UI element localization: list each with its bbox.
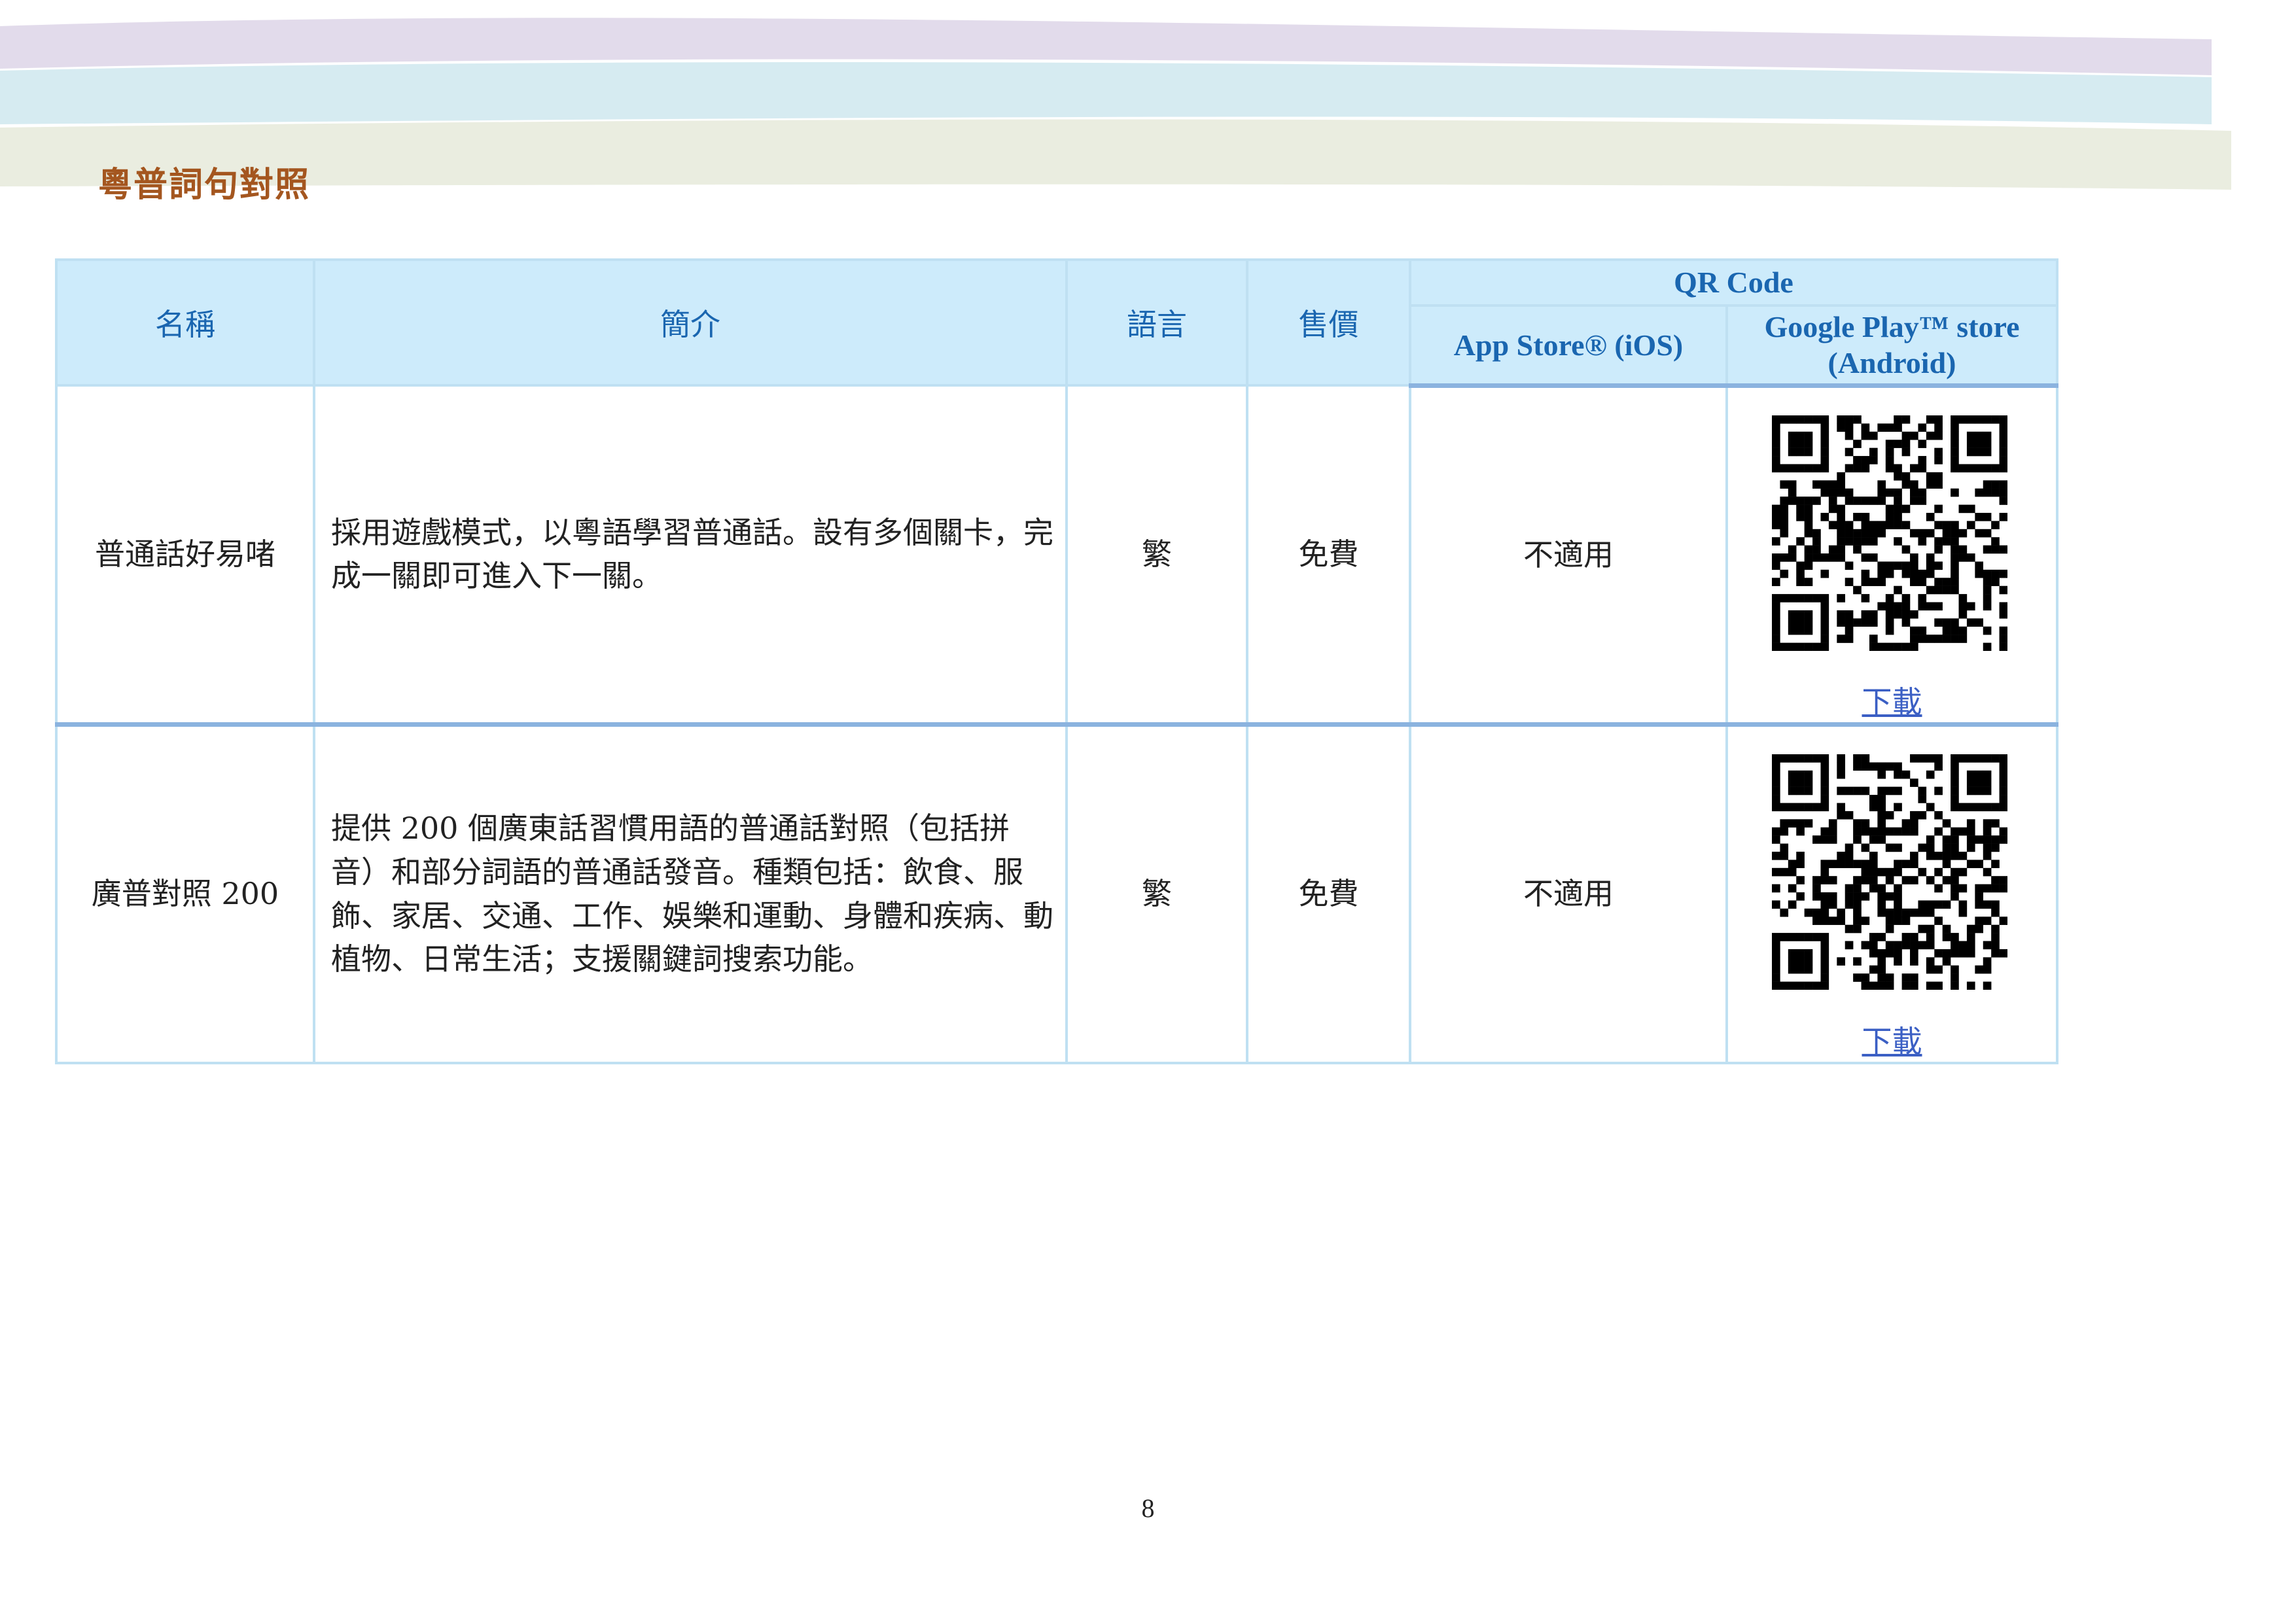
page-title: 粵普詞句對照 — [98, 166, 311, 205]
app-store-availability: 不適用 — [1409, 722, 1728, 1064]
download-link[interactable]: 下載 — [1728, 683, 2056, 722]
header-language: 語言 — [1065, 258, 1248, 387]
google-play-cell: 下載 — [1725, 722, 2058, 1064]
header-qr-code: QR Code — [1409, 258, 2058, 307]
app-table: 名稱 簡介 語言 售價 QR Code App Store® (iOS) Goo… — [55, 258, 2058, 1064]
qr-code-icon[interactable] — [1772, 754, 2007, 990]
app-name: 普通話好易啫 — [55, 384, 315, 725]
table-row: 廣普對照 200 提供 200 個廣東話習慣用語的普通話對照（包括拼音）和部分詞… — [55, 722, 2058, 1064]
header-google-play: Google Play™ store (Android) — [1725, 304, 2058, 388]
app-name: 廣普對照 200 — [55, 722, 315, 1064]
decorative-wave-banner — [0, 18, 2231, 190]
app-language: 繁 — [1065, 722, 1248, 1064]
google-play-cell: 下載 — [1725, 384, 2058, 725]
qr-code-icon[interactable] — [1772, 415, 2007, 651]
table-row: 普通話好易啫 採用遊戲模式，以粵語學習普通話。設有多個關卡，完成一關即可進入下一… — [55, 384, 2058, 725]
app-intro: 採用遊戲模式，以粵語學習普通話。設有多個關卡，完成一關即可進入下一關。 — [313, 384, 1068, 725]
header-price: 售價 — [1246, 258, 1411, 387]
page-number: 8 — [1141, 1493, 1155, 1523]
app-price: 免費 — [1246, 722, 1411, 1064]
header-intro: 簡介 — [313, 258, 1068, 387]
app-price: 免費 — [1246, 384, 1411, 725]
header-name: 名稱 — [55, 258, 315, 387]
header-app-store: App Store® (iOS) — [1409, 304, 1728, 388]
app-language: 繁 — [1065, 384, 1248, 725]
app-intro: 提供 200 個廣東話習慣用語的普通話對照（包括拼音）和部分詞語的普通話發音。種… — [313, 722, 1068, 1064]
app-store-availability: 不適用 — [1409, 384, 1728, 725]
download-link[interactable]: 下載 — [1728, 1022, 2056, 1062]
